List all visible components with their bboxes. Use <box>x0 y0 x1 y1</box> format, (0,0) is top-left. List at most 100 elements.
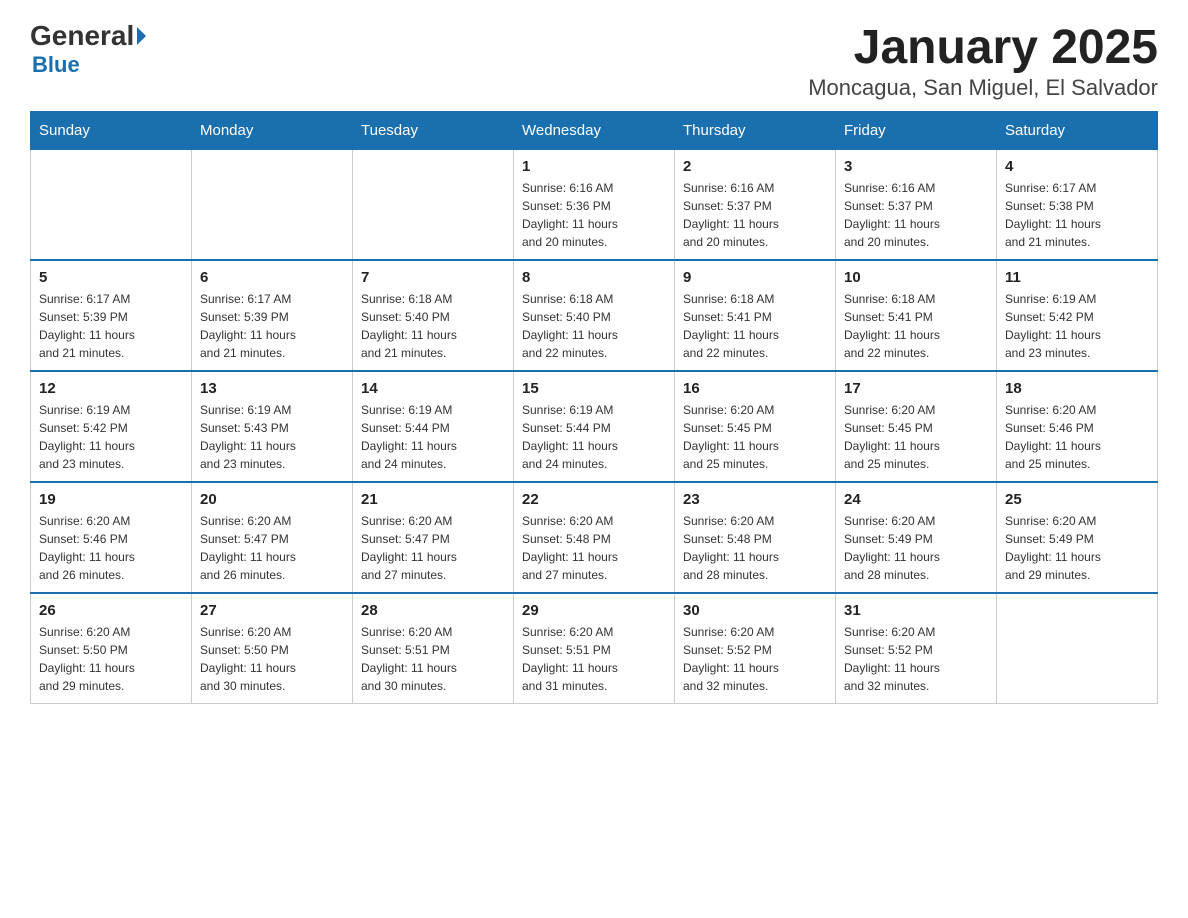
day-number: 27 <box>200 602 344 619</box>
day-info: Sunrise: 6:20 AM Sunset: 5:48 PM Dayligh… <box>683 512 827 584</box>
day-number: 31 <box>844 602 988 619</box>
calendar-cell-w1-d7: 4 Sunrise: 6:17 AM Sunset: 5:38 PM Daylig… <box>997 150 1158 261</box>
day-number: 15 <box>522 380 666 397</box>
logo: General Blue <box>30 20 146 78</box>
calendar-cell-w4-d4: 22Sunrise: 6:20 AM Sunset: 5:48 PM Dayli… <box>514 482 675 593</box>
day-number: 23 <box>683 491 827 508</box>
calendar-cell-w2-d1: 5 Sunrise: 6:17 AM Sunset: 5:39 PM Daylig… <box>31 260 192 371</box>
page-title: January 2025 <box>808 20 1158 75</box>
day-number: 7 <box>361 269 505 286</box>
logo-general-text: General <box>30 20 134 52</box>
day-number: 10 <box>844 269 988 286</box>
day-number: 2 <box>683 158 827 175</box>
calendar-week-3: 12Sunrise: 6:19 AM Sunset: 5:42 PM Dayli… <box>31 371 1158 482</box>
day-info: Sunrise: 6:20 AM Sunset: 5:51 PM Dayligh… <box>361 623 505 695</box>
day-info: Sunrise: 6:20 AM Sunset: 5:48 PM Dayligh… <box>522 512 666 584</box>
calendar-cell-w4-d5: 23 Sunrise: 6:20 AM Sunset: 5:48 PM Dayli… <box>675 482 836 593</box>
day-number: 26 <box>39 602 183 619</box>
day-number: 18 <box>1005 380 1149 397</box>
day-info: Sunrise: 6:20 AM Sunset: 5:46 PM Dayligh… <box>1005 401 1149 473</box>
calendar-cell-w3-d5: 16 Sunrise: 6:20 AM Sunset: 5:45 PM Dayli… <box>675 371 836 482</box>
calendar-cell-w1-d4: 1Sunrise: 6:16 AM Sunset: 5:36 PM Daylig… <box>514 150 675 261</box>
col-thursday: Thursday <box>675 112 836 150</box>
page-subtitle: Moncagua, San Miguel, El Salvador <box>808 75 1158 101</box>
col-friday: Friday <box>836 112 997 150</box>
day-number: 20 <box>200 491 344 508</box>
calendar-cell-w1-d1 <box>31 150 192 261</box>
day-number: 24 <box>844 491 988 508</box>
day-info: Sunrise: 6:20 AM Sunset: 5:51 PM Dayligh… <box>522 623 666 695</box>
logo-blue-text: Blue <box>32 52 80 78</box>
day-number: 3 <box>844 158 988 175</box>
day-info: Sunrise: 6:20 AM Sunset: 5:45 PM Dayligh… <box>683 401 827 473</box>
col-sunday: Sunday <box>31 112 192 150</box>
calendar-cell-w1-d6: 3 Sunrise: 6:16 AM Sunset: 5:37 PM Daylig… <box>836 150 997 261</box>
day-number: 25 <box>1005 491 1149 508</box>
day-info: Sunrise: 6:20 AM Sunset: 5:45 PM Dayligh… <box>844 401 988 473</box>
day-number: 9 <box>683 269 827 286</box>
calendar-cell-w1-d3 <box>353 150 514 261</box>
day-number: 12 <box>39 380 183 397</box>
day-info: Sunrise: 6:19 AM Sunset: 5:43 PM Dayligh… <box>200 401 344 473</box>
day-info: Sunrise: 6:20 AM Sunset: 5:50 PM Dayligh… <box>200 623 344 695</box>
day-info: Sunrise: 6:20 AM Sunset: 5:50 PM Dayligh… <box>39 623 183 695</box>
col-tuesday: Tuesday <box>353 112 514 150</box>
calendar-week-4: 19Sunrise: 6:20 AM Sunset: 5:46 PM Dayli… <box>31 482 1158 593</box>
title-block: January 2025 Moncagua, San Miguel, El Sa… <box>808 20 1158 101</box>
day-number: 11 <box>1005 269 1149 286</box>
calendar-cell-w4-d6: 24 Sunrise: 6:20 AM Sunset: 5:49 PM Dayli… <box>836 482 997 593</box>
day-number: 16 <box>683 380 827 397</box>
calendar-cell-w2-d2: 6Sunrise: 6:17 AM Sunset: 5:39 PM Daylig… <box>192 260 353 371</box>
calendar-cell-w5-d6: 31 Sunrise: 6:20 AM Sunset: 5:52 PM Dayli… <box>836 593 997 704</box>
calendar-cell-w3-d7: 18 Sunrise: 6:20 AM Sunset: 5:46 PM Dayli… <box>997 371 1158 482</box>
page-header: General Blue January 2025 Moncagua, San … <box>30 20 1158 101</box>
calendar-cell-w1-d5: 2 Sunrise: 6:16 AM Sunset: 5:37 PM Daylig… <box>675 150 836 261</box>
calendar-cell-w5-d2: 27 Sunrise: 6:20 AM Sunset: 5:50 PM Dayli… <box>192 593 353 704</box>
day-info: Sunrise: 6:18 AM Sunset: 5:40 PM Dayligh… <box>361 290 505 362</box>
day-info: Sunrise: 6:17 AM Sunset: 5:39 PM Dayligh… <box>39 290 183 362</box>
day-info: Sunrise: 6:20 AM Sunset: 5:52 PM Dayligh… <box>844 623 988 695</box>
day-info: Sunrise: 6:20 AM Sunset: 5:46 PM Dayligh… <box>39 512 183 584</box>
day-info: Sunrise: 6:19 AM Sunset: 5:44 PM Dayligh… <box>361 401 505 473</box>
calendar-cell-w5-d7 <box>997 593 1158 704</box>
calendar-cell-w5-d3: 28 Sunrise: 6:20 AM Sunset: 5:51 PM Dayli… <box>353 593 514 704</box>
day-number: 4 <box>1005 158 1149 175</box>
calendar-cell-w2-d4: 8Sunrise: 6:18 AM Sunset: 5:40 PM Daylig… <box>514 260 675 371</box>
day-info: Sunrise: 6:16 AM Sunset: 5:36 PM Dayligh… <box>522 179 666 251</box>
day-number: 6 <box>200 269 344 286</box>
calendar-cell-w1-d2 <box>192 150 353 261</box>
day-info: Sunrise: 6:20 AM Sunset: 5:47 PM Dayligh… <box>361 512 505 584</box>
calendar-cell-w3-d1: 12Sunrise: 6:19 AM Sunset: 5:42 PM Dayli… <box>31 371 192 482</box>
day-info: Sunrise: 6:16 AM Sunset: 5:37 PM Dayligh… <box>683 179 827 251</box>
calendar-cell-w2-d5: 9 Sunrise: 6:18 AM Sunset: 5:41 PM Daylig… <box>675 260 836 371</box>
day-info: Sunrise: 6:16 AM Sunset: 5:37 PM Dayligh… <box>844 179 988 251</box>
day-info: Sunrise: 6:19 AM Sunset: 5:42 PM Dayligh… <box>1005 290 1149 362</box>
calendar-header-row: Sunday Monday Tuesday Wednesday Thursday… <box>31 112 1158 150</box>
calendar-cell-w2-d3: 7 Sunrise: 6:18 AM Sunset: 5:40 PM Daylig… <box>353 260 514 371</box>
calendar-week-2: 5 Sunrise: 6:17 AM Sunset: 5:39 PM Daylig… <box>31 260 1158 371</box>
col-wednesday: Wednesday <box>514 112 675 150</box>
day-number: 28 <box>361 602 505 619</box>
logo-triangle-icon <box>137 27 146 45</box>
day-info: Sunrise: 6:17 AM Sunset: 5:38 PM Dayligh… <box>1005 179 1149 251</box>
day-info: Sunrise: 6:20 AM Sunset: 5:52 PM Dayligh… <box>683 623 827 695</box>
calendar-cell-w3-d6: 17Sunrise: 6:20 AM Sunset: 5:45 PM Dayli… <box>836 371 997 482</box>
day-number: 14 <box>361 380 505 397</box>
day-number: 30 <box>683 602 827 619</box>
calendar-cell-w5-d4: 29Sunrise: 6:20 AM Sunset: 5:51 PM Dayli… <box>514 593 675 704</box>
day-number: 5 <box>39 269 183 286</box>
calendar-cell-w5-d1: 26 Sunrise: 6:20 AM Sunset: 5:50 PM Dayli… <box>31 593 192 704</box>
calendar-cell-w4-d1: 19Sunrise: 6:20 AM Sunset: 5:46 PM Dayli… <box>31 482 192 593</box>
day-info: Sunrise: 6:18 AM Sunset: 5:40 PM Dayligh… <box>522 290 666 362</box>
day-info: Sunrise: 6:18 AM Sunset: 5:41 PM Dayligh… <box>683 290 827 362</box>
calendar-cell-w3-d3: 14 Sunrise: 6:19 AM Sunset: 5:44 PM Dayli… <box>353 371 514 482</box>
calendar-week-1: 1Sunrise: 6:16 AM Sunset: 5:36 PM Daylig… <box>31 150 1158 261</box>
day-info: Sunrise: 6:20 AM Sunset: 5:49 PM Dayligh… <box>844 512 988 584</box>
calendar-cell-w2-d7: 11 Sunrise: 6:19 AM Sunset: 5:42 PM Dayli… <box>997 260 1158 371</box>
day-info: Sunrise: 6:20 AM Sunset: 5:49 PM Dayligh… <box>1005 512 1149 584</box>
calendar-table: Sunday Monday Tuesday Wednesday Thursday… <box>30 111 1158 704</box>
day-number: 13 <box>200 380 344 397</box>
col-monday: Monday <box>192 112 353 150</box>
col-saturday: Saturday <box>997 112 1158 150</box>
calendar-cell-w4-d7: 25 Sunrise: 6:20 AM Sunset: 5:49 PM Dayli… <box>997 482 1158 593</box>
